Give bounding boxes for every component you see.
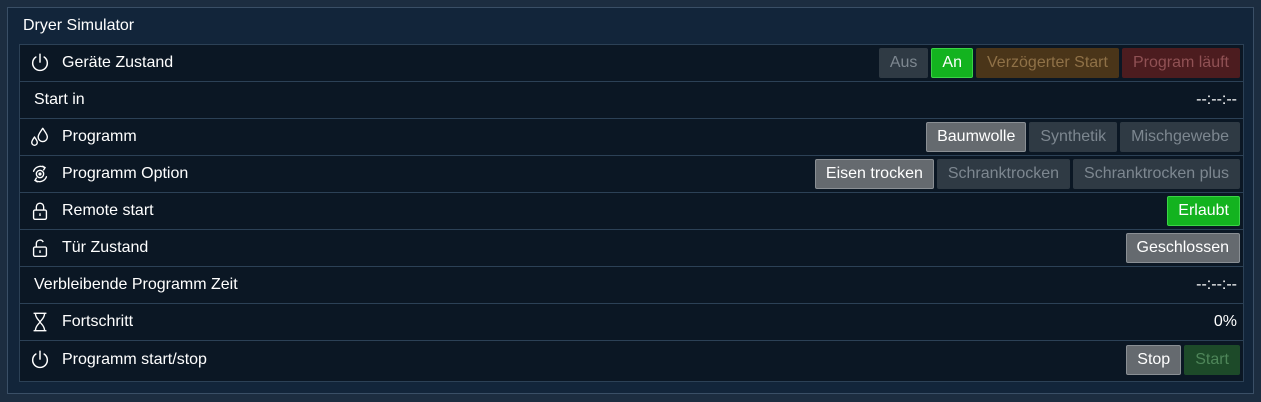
fortschritt-value: 0%	[1213, 313, 1237, 330]
eisen-trocken-button[interactable]: Eisen trocken	[814, 159, 934, 189]
start-button[interactable]: Start	[1184, 344, 1240, 375]
droplets-icon	[29, 126, 51, 148]
baumwolle-button[interactable]: Baumwolle	[926, 122, 1027, 152]
schranktrocken-plus-button[interactable]: Schranktrocken plus	[1073, 159, 1240, 189]
start-stop-controls: Stop Start	[1126, 344, 1240, 375]
row-start-in: Start in --:--:--	[20, 82, 1243, 119]
lock-open-icon	[29, 237, 51, 259]
hourglass-icon	[29, 311, 51, 333]
row-remote-start: Remote start Erlaubt	[20, 193, 1243, 230]
programm-controls: Baumwolle Synthetik Mischgewebe	[926, 122, 1240, 152]
tuer-zustand-label: Tür Zustand	[62, 239, 149, 256]
programm-start-stop-label: Programm start/stop	[62, 350, 207, 368]
lock-closed-icon	[29, 200, 51, 222]
power-icon	[29, 52, 51, 74]
verzoegerter-start-button[interactable]: Verzögerter Start	[976, 48, 1119, 78]
schranktrocken-button[interactable]: Schranktrocken	[936, 159, 1071, 189]
dryer-simulator-panel: Dryer Simulator Geräte Zustand Aus An Ve…	[7, 7, 1254, 394]
fortschritt-label: Fortschritt	[62, 313, 134, 330]
stop-button[interactable]: Stop	[1126, 344, 1182, 375]
remote-start-controls: Erlaubt	[1167, 196, 1240, 226]
geraete-zustand-controls: Aus An Verzögerter Start Program läuft	[878, 48, 1240, 78]
row-tuer-zustand: Tür Zustand Geschlossen	[20, 230, 1243, 267]
start-in-label: Start in	[34, 91, 85, 108]
start-in-value: --:--:--	[1196, 91, 1237, 108]
remote-start-label: Remote start	[62, 202, 154, 219]
tuer-zustand-controls: Geschlossen	[1125, 233, 1240, 263]
row-geraete-zustand: Geräte Zustand Aus An Verzögerter Start …	[20, 45, 1243, 82]
programm-label: Programm	[62, 128, 137, 145]
panel-title: Dryer Simulator	[23, 17, 135, 34]
cycle-icon	[29, 163, 51, 185]
geschlossen-button[interactable]: Geschlossen	[1125, 233, 1240, 263]
an-button[interactable]: An	[931, 48, 973, 78]
program-laeuft-button[interactable]: Program läuft	[1121, 48, 1240, 78]
synthetik-button[interactable]: Synthetik	[1029, 122, 1118, 152]
power-icon	[29, 349, 51, 371]
row-programm-start-stop: Programm start/stop Stop Start	[20, 341, 1243, 378]
aus-button[interactable]: Aus	[878, 48, 929, 78]
erlaubt-button[interactable]: Erlaubt	[1167, 196, 1240, 226]
row-verbleibende-zeit: Verbleibende Programm Zeit --:--:--	[20, 267, 1243, 304]
programm-option-controls: Eisen trocken Schranktrocken Schranktroc…	[814, 159, 1240, 189]
verbleibende-zeit-label: Verbleibende Programm Zeit	[34, 276, 238, 293]
row-programm-option: Programm Option Eisen trocken Schranktro…	[20, 156, 1243, 193]
settings-list: Geräte Zustand Aus An Verzögerter Start …	[19, 44, 1244, 382]
geraete-zustand-label: Geräte Zustand	[62, 54, 174, 71]
row-fortschritt: Fortschritt 0%	[20, 304, 1243, 341]
verbleibende-zeit-value: --:--:--	[1196, 276, 1237, 293]
mischgewebe-button[interactable]: Mischgewebe	[1120, 122, 1240, 152]
row-programm: Programm Baumwolle Synthetik Mischgewebe	[20, 119, 1243, 156]
programm-option-label: Programm Option	[62, 165, 189, 182]
